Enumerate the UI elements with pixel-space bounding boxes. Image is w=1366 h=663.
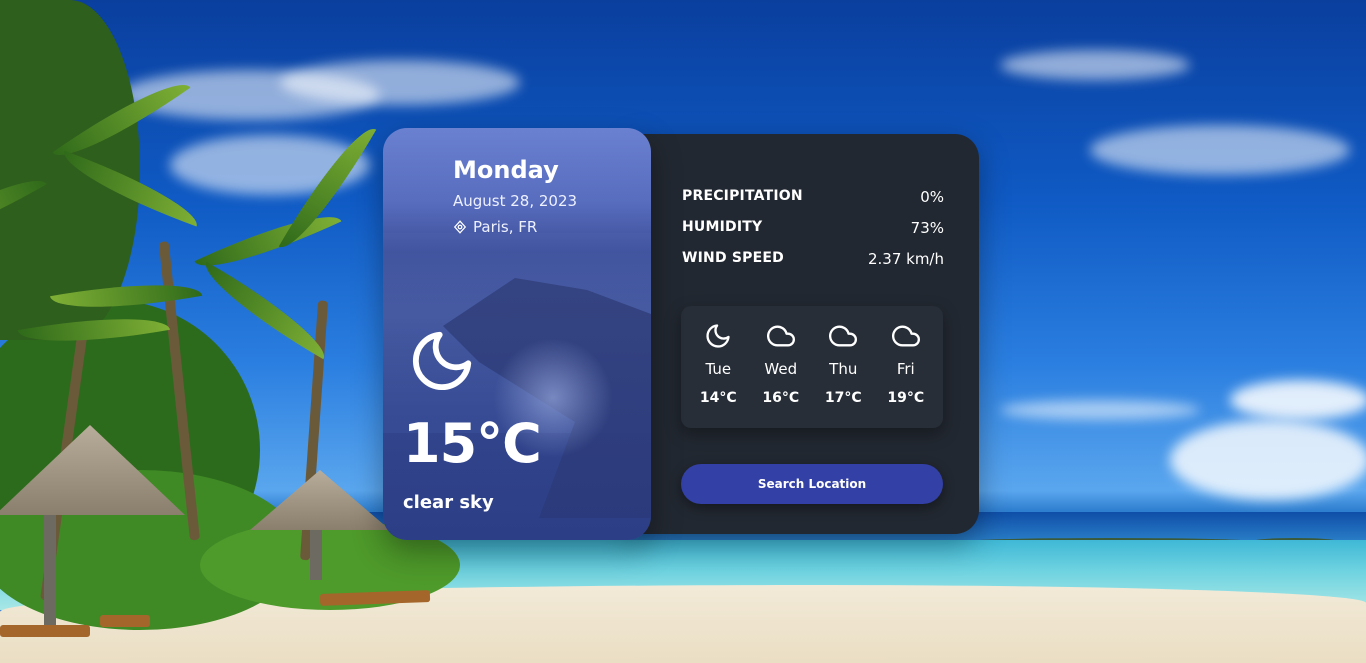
forecast-day-thu[interactable]: Thu 17°C bbox=[813, 306, 873, 428]
weather-card: PRECIPITATION 0% HUMIDITY 73% WIND SPEED… bbox=[383, 128, 979, 540]
forecast-day-fri[interactable]: Fri 19°C bbox=[876, 306, 936, 428]
date-text: August 28, 2023 bbox=[453, 192, 578, 210]
forecast-day-name: Thu bbox=[829, 360, 858, 378]
forecast-day-temp: 16°C bbox=[762, 390, 800, 406]
forecast-day-wed[interactable]: Wed 16°C bbox=[751, 306, 811, 428]
forecast-day-temp: 19°C bbox=[887, 390, 925, 406]
wind-speed-value: 2.37 km/h bbox=[867, 250, 944, 268]
details-panel: PRECIPITATION 0% HUMIDITY 73% WIND SPEED… bbox=[631, 134, 979, 534]
forecast-day-temp: 14°C bbox=[699, 390, 737, 406]
location-text: Paris, FR bbox=[473, 218, 538, 236]
weather-description: clear sky bbox=[403, 492, 494, 513]
location-pin-icon bbox=[453, 220, 467, 234]
precipitation-label: PRECIPITATION bbox=[682, 188, 803, 204]
forecast-day-name: Fri bbox=[896, 360, 915, 378]
cloud-icon bbox=[891, 325, 920, 347]
humidity-row: HUMIDITY 73% bbox=[682, 219, 944, 237]
moon-icon bbox=[412, 331, 472, 391]
forecast-day-name: Tue bbox=[705, 360, 732, 378]
forecast-day-name: Wed bbox=[764, 360, 798, 378]
cloud-icon bbox=[766, 325, 795, 347]
forecast-day-temp: 17°C bbox=[824, 390, 862, 406]
wind-speed-label: WIND SPEED bbox=[682, 250, 784, 266]
day-name: Monday bbox=[453, 156, 559, 184]
precipitation-value: 0% bbox=[920, 188, 944, 206]
current-weather-panel: Monday August 28, 2023 Paris, FR 15°C cl… bbox=[383, 128, 651, 540]
location: Paris, FR bbox=[453, 218, 537, 236]
humidity-value: 73% bbox=[910, 219, 944, 237]
moon-icon bbox=[706, 324, 730, 348]
cloud-icon bbox=[829, 325, 858, 347]
humidity-label: HUMIDITY bbox=[682, 219, 763, 235]
search-location-button[interactable]: Search Location bbox=[681, 464, 943, 504]
forecast-list: Tue 14°C Wed 16°C Thu 17°C Fri 19°C bbox=[681, 306, 943, 428]
current-temperature: 15°C bbox=[403, 412, 542, 475]
precipitation-row: PRECIPITATION 0% bbox=[682, 188, 944, 206]
forecast-day-tue[interactable]: Tue 14°C bbox=[688, 306, 748, 428]
wind-speed-row: WIND SPEED 2.37 km/h bbox=[682, 250, 944, 268]
